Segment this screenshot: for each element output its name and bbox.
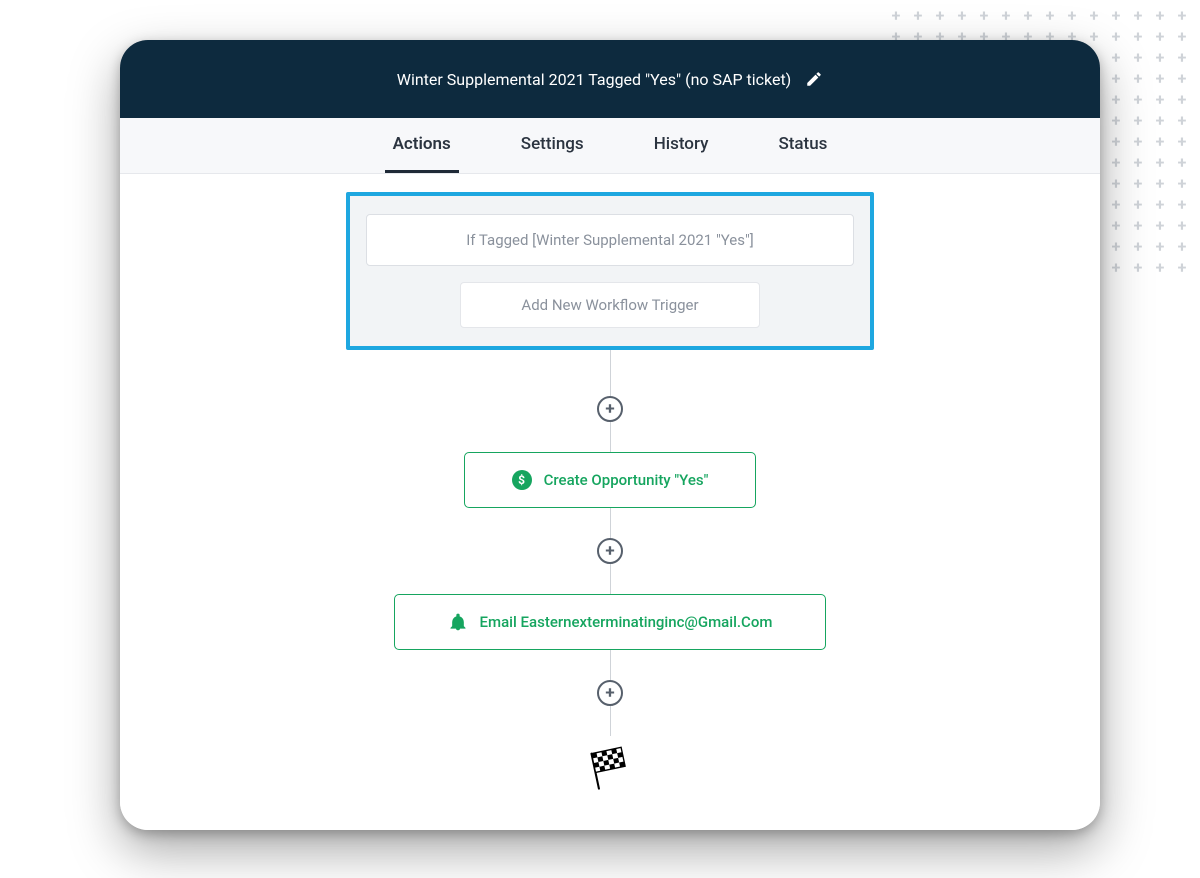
add-step-button[interactable]: + [597,396,623,422]
connector-line [610,706,611,736]
action-create-opportunity[interactable]: $ Create Opportunity "Yes" [464,452,756,508]
tab-history[interactable]: History [646,118,717,173]
tab-actions[interactable]: Actions [385,118,459,173]
tab-status[interactable]: Status [770,118,835,173]
app-window: Winter Supplemental 2021 Tagged "Yes" (n… [120,40,1100,830]
checkered-flag-icon [588,746,632,790]
add-step-button[interactable]: + [597,680,623,706]
connector-line [610,350,611,396]
add-trigger-button[interactable]: Add New Workflow Trigger [460,282,760,328]
connector-line [610,422,611,452]
pencil-icon[interactable] [805,70,823,88]
workflow-title: Winter Supplemental 2021 Tagged "Yes" (n… [397,70,792,89]
bell-icon [448,612,468,632]
trigger-block: If Tagged [Winter Supplemental 2021 "Yes… [346,192,874,350]
tab-nav: Actions Settings History Status [120,118,1100,174]
workflow-canvas: If Tagged [Winter Supplemental 2021 "Yes… [120,174,1100,830]
add-step-button[interactable]: + [597,538,623,564]
action-label: Email Easternexterminatinginc@Gmail.Com [480,613,773,631]
action-label: Create Opportunity "Yes" [544,471,709,489]
action-send-email[interactable]: Email Easternexterminatinginc@Gmail.Com [394,594,826,650]
connector-line [610,650,611,680]
trigger-condition[interactable]: If Tagged [Winter Supplemental 2021 "Yes… [366,214,854,266]
tab-settings[interactable]: Settings [513,118,592,173]
connector-line [610,564,611,594]
connector-line [610,508,611,538]
dollar-icon: $ [512,470,532,490]
titlebar: Winter Supplemental 2021 Tagged "Yes" (n… [120,40,1100,118]
